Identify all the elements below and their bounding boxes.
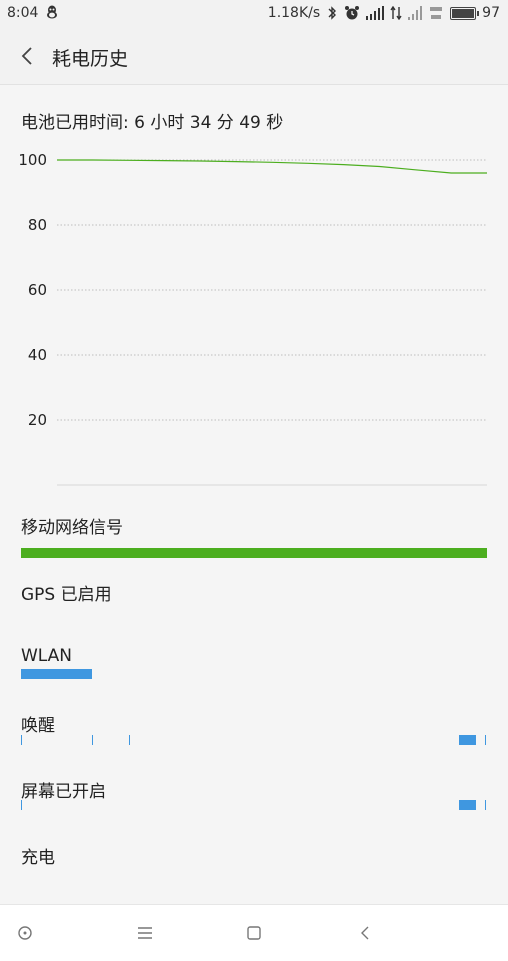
section-wake: 唤醒 [21,716,55,736]
y-tick-label: 40 [28,346,47,364]
system-nav-bar [0,904,508,961]
y-tick-label: 100 [18,151,47,169]
secondary-signal-icon [408,6,423,20]
section-wlan: WLAN [21,646,73,666]
status-bar: 8:04 1.18K/s 97 [0,0,508,28]
battery-fill [452,8,474,18]
app-header: 耗电历史 [0,28,508,85]
battery-icon [450,6,480,20]
wake-tick [21,735,22,745]
screen-tick [21,800,22,810]
mobile-signal-bar [21,548,487,558]
notification-app-icon [47,5,57,19]
wake-segment [459,735,476,745]
menu-icon[interactable] [131,919,159,947]
screen-tick [485,800,486,810]
bluetooth-icon [328,6,337,20]
y-tick-label: 80 [28,216,47,234]
battery-level-line [57,159,487,174]
square-icon[interactable] [240,919,268,947]
back-icon[interactable] [351,919,379,947]
status-icons: 1.18K/s 97 [268,5,500,21]
data-transfer-icon [390,6,402,20]
alarm-icon [345,6,360,20]
screen-segment [459,800,476,810]
section-mobile-signal: 移动网络信号 [21,518,123,538]
back-button[interactable] [14,42,42,70]
signal-icon [366,6,385,20]
page-title: 耗电历史 [52,48,129,70]
battery-level-chart: 100 80 60 40 20 [18,151,487,486]
wake-tick [485,735,486,745]
wlan-bar [21,669,92,679]
section-gps: GPS 已启用 [21,585,112,605]
status-time: 8:04 [7,5,39,21]
section-screen-on: 屏幕已开启 [21,782,106,802]
section-charging: 充电 [21,848,55,868]
circle-icon[interactable] [11,919,39,947]
y-tick-label: 60 [28,281,47,299]
y-tick-label: 20 [28,411,47,429]
battery-usage-time: 电池已用时间: 6 小时 34 分 49 秒 [21,113,284,133]
wake-tick [129,735,130,745]
4g-indicator-icon [430,7,443,19]
network-speed: 1.18K/s [267,5,321,21]
battery-level: 97 [482,5,500,21]
wake-tick [92,735,93,745]
